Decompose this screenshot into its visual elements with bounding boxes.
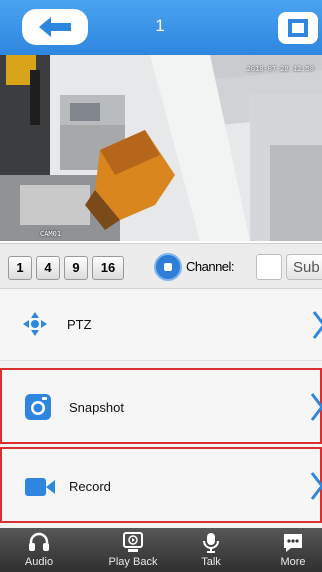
- layout-bar: 1 4 9 16 Channel: Sub: [0, 243, 322, 289]
- microphone-icon: [203, 533, 219, 553]
- snapshot-label: Snapshot: [69, 400, 124, 415]
- ptz-row[interactable]: PTZ: [0, 289, 322, 361]
- tab-talk-label: Talk: [201, 556, 221, 568]
- stop-record-button[interactable]: [154, 253, 182, 281]
- camera-icon: [25, 394, 51, 420]
- record-label: Record: [69, 479, 111, 494]
- ptz-arrows-icon: [23, 312, 47, 336]
- tab-more[interactable]: More: [258, 528, 322, 572]
- page-title: 1: [155, 16, 165, 35]
- back-button[interactable]: [22, 9, 88, 45]
- chevron-right-icon: [310, 472, 322, 500]
- record-row[interactable]: Record: [0, 447, 322, 523]
- back-arrow-icon: [39, 17, 71, 37]
- bottom-tab-bar: Audio Play Back Talk More: [0, 528, 322, 572]
- layout-4-button[interactable]: 4: [36, 256, 60, 280]
- video-camera-icon: [25, 478, 55, 496]
- tab-audio-label: Audio: [24, 556, 54, 568]
- channel-label: Channel:: [186, 259, 235, 274]
- layout-16-button[interactable]: 16: [92, 256, 124, 280]
- chevron-right-icon: [310, 393, 322, 421]
- fullscreen-icon: [288, 19, 308, 37]
- top-bar: 1: [0, 0, 322, 55]
- layout-9-button[interactable]: 9: [64, 256, 88, 280]
- tab-audio[interactable]: Audio: [4, 528, 74, 572]
- stop-icon: [164, 263, 172, 271]
- live-video-view[interactable]: 2018-07-28 12:58 CAM01: [0, 55, 322, 241]
- headphones-icon: [29, 532, 49, 551]
- tab-playback-label: Play Back: [108, 556, 158, 568]
- camera-feed-image: [0, 55, 322, 241]
- tab-talk[interactable]: Talk: [176, 528, 246, 572]
- layout-1-button[interactable]: 1: [8, 256, 32, 280]
- video-timestamp: 2018-07-28 12:58: [246, 65, 314, 73]
- sub-stream-button[interactable]: Sub: [286, 254, 322, 280]
- ptz-label: PTZ: [67, 317, 92, 332]
- playback-icon: [123, 532, 143, 552]
- tab-playback[interactable]: Play Back: [98, 528, 168, 572]
- snapshot-row[interactable]: Snapshot: [0, 368, 322, 444]
- chevron-right-icon: [312, 311, 322, 339]
- more-icon: [284, 534, 302, 552]
- camera-label: CAM01: [40, 230, 62, 238]
- control-list: PTZ Snapshot Record: [0, 289, 322, 528]
- channel-input[interactable]: [256, 254, 282, 280]
- fullscreen-button[interactable]: [278, 12, 318, 44]
- tab-more-label: More: [280, 556, 306, 568]
